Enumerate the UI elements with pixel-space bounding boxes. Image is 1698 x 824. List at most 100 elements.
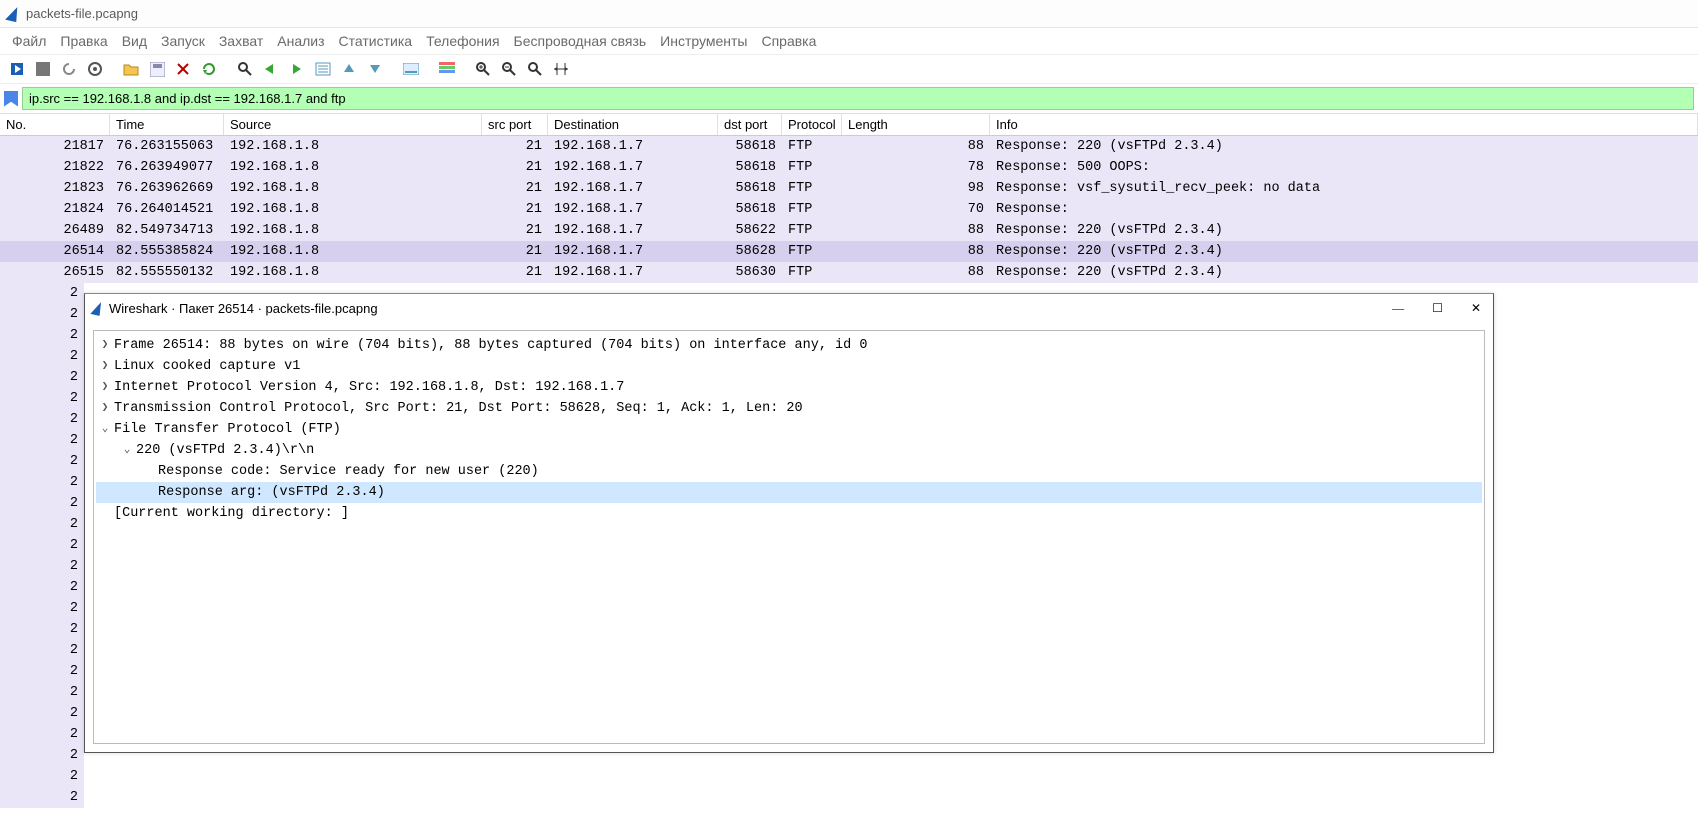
open-file-icon[interactable] [120,58,142,80]
packet-row[interactable]: 2182476.264014521192.168.1.821192.168.1.… [0,199,1698,220]
expand-icon[interactable]: ❯ [96,377,114,398]
packet-row-partial[interactable]: 2 [0,367,84,388]
resize-columns-icon[interactable] [550,58,572,80]
cell: 58630 [718,262,782,283]
column-time[interactable]: Time [110,114,224,135]
packet-row-partial[interactable]: 2 [0,640,84,661]
menu-file[interactable]: Файл [12,33,46,49]
display-filter-input[interactable] [22,87,1694,110]
menu-capture[interactable]: Захват [219,33,263,49]
column-destination[interactable]: Destination [548,114,718,135]
maximize-button[interactable]: ☐ [1432,301,1443,316]
tree-node[interactable]: ❯Transmission Control Protocol, Src Port… [96,398,1482,419]
expand-icon[interactable]: ❯ [96,398,114,419]
filter-bookmark-icon[interactable] [4,91,18,107]
packet-row-partial[interactable]: 2 [0,766,84,787]
column-info[interactable]: Info [990,114,1698,135]
zoom-out-icon[interactable] [498,58,520,80]
packet-row-partial[interactable]: 2 [0,493,84,514]
packet-row-partial[interactable]: 2 [0,724,84,745]
close-file-icon[interactable] [172,58,194,80]
goto-first-icon[interactable] [338,58,360,80]
menu-statistics[interactable]: Статистика [339,33,413,49]
packet-row-partial[interactable]: 2 [0,388,84,409]
column-source[interactable]: Source [224,114,482,135]
column-length[interactable]: Length [842,114,990,135]
packet-row-partial[interactable]: 2 [0,472,84,493]
reload-icon[interactable] [198,58,220,80]
goto-last-icon[interactable] [364,58,386,80]
column-protocol[interactable]: Protocol [782,114,842,135]
colorize-icon[interactable] [436,58,458,80]
column-dstport[interactable]: dst port [718,114,782,135]
packet-row[interactable]: 2182376.263962669192.168.1.821192.168.1.… [0,178,1698,199]
packet-row-partial[interactable]: 2 [0,745,84,766]
menu-wireless[interactable]: Беспроводная связь [514,33,647,49]
tree-node[interactable]: ❯Internet Protocol Version 4, Src: 192.1… [96,377,1482,398]
zoom-in-icon[interactable] [472,58,494,80]
packet-row-partial[interactable]: 2 [0,451,84,472]
packet-list[interactable]: 2181776.263155063192.168.1.821192.168.1.… [0,136,1698,283]
packet-row-partial[interactable]: 2 [0,619,84,640]
close-button[interactable]: ✕ [1471,301,1481,316]
menu-tools[interactable]: Инструменты [660,33,747,49]
packet-row-partial[interactable]: 2 [0,304,84,325]
packet-row-partial[interactable]: 2 [0,682,84,703]
menu-help[interactable]: Справка [761,33,816,49]
packet-row-partial[interactable]: 2 [0,787,84,808]
tree-node[interactable]: Response arg: (vsFTPd 2.3.4) [96,482,1482,503]
packet-row-partial[interactable]: 2 [0,346,84,367]
packet-row-partial[interactable]: 2 [0,556,84,577]
packet-row-partial[interactable]: 2 [0,577,84,598]
packet-row-partial[interactable]: 2 [0,430,84,451]
packet-row-partial[interactable]: 2 [0,661,84,682]
tree-node[interactable]: ⌄220 (vsFTPd 2.3.4)\r\n [96,440,1482,461]
packet-row-partial[interactable]: 2 [0,703,84,724]
packet-row[interactable]: 2648982.549734713192.168.1.821192.168.1.… [0,220,1698,241]
packet-row-partial[interactable]: 2 [0,514,84,535]
packet-row[interactable]: 2182276.263949077192.168.1.821192.168.1.… [0,157,1698,178]
expand-icon[interactable]: ❯ [96,356,114,377]
packet-row-partial[interactable]: 2 [0,535,84,556]
find-packet-icon[interactable] [234,58,256,80]
packet-row[interactable]: 2651582.555550132192.168.1.821192.168.1.… [0,262,1698,283]
cell: 98 [842,178,990,199]
tree-node[interactable]: [Current working directory: ] [96,503,1482,524]
goto-packet-icon[interactable] [312,58,334,80]
menu-go[interactable]: Запуск [161,33,205,49]
start-capture-icon[interactable] [6,58,28,80]
menu-analyze[interactable]: Анализ [277,33,324,49]
packet-row-partial[interactable]: 2 [0,283,84,304]
cell: 78 [842,157,990,178]
tree-node[interactable]: ⌄File Transfer Protocol (FTP) [96,419,1482,440]
stop-capture-icon[interactable] [32,58,54,80]
save-file-icon[interactable] [146,58,168,80]
cell: 192.168.1.8 [224,241,482,262]
go-back-icon[interactable] [260,58,282,80]
packet-row[interactable]: 2181776.263155063192.168.1.821192.168.1.… [0,136,1698,157]
cell: 192.168.1.7 [548,157,718,178]
restart-capture-icon[interactable] [58,58,80,80]
packet-row[interactable]: 2651482.555385824192.168.1.821192.168.1.… [0,241,1698,262]
packet-row-partial[interactable]: 2 [0,598,84,619]
column-srcport[interactable]: src port [482,114,548,135]
tree-node[interactable]: ❯Frame 26514: 88 bytes on wire (704 bits… [96,335,1482,356]
minimize-button[interactable]: — [1392,301,1404,316]
packet-window-titlebar[interactable]: Wireshark · Пакет 26514 · packets-file.p… [85,294,1493,322]
packet-tree[interactable]: ❯Frame 26514: 88 bytes on wire (704 bits… [93,330,1485,744]
collapse-icon[interactable]: ⌄ [96,440,136,461]
collapse-icon[interactable]: ⌄ [96,419,114,440]
zoom-reset-icon[interactable] [524,58,546,80]
go-forward-icon[interactable] [286,58,308,80]
expand-icon[interactable]: ❯ [96,335,114,356]
capture-options-icon[interactable] [84,58,106,80]
menu-edit[interactable]: Правка [60,33,107,49]
menu-view[interactable]: Вид [122,33,147,49]
tree-node[interactable]: ❯Linux cooked capture v1 [96,356,1482,377]
menu-telephony[interactable]: Телефония [426,33,499,49]
packet-row-partial[interactable]: 2 [0,409,84,430]
autoscroll-icon[interactable] [400,58,422,80]
column-no[interactable]: No. [0,114,110,135]
packet-row-partial[interactable]: 2 [0,325,84,346]
tree-node[interactable]: Response code: Service ready for new use… [96,461,1482,482]
